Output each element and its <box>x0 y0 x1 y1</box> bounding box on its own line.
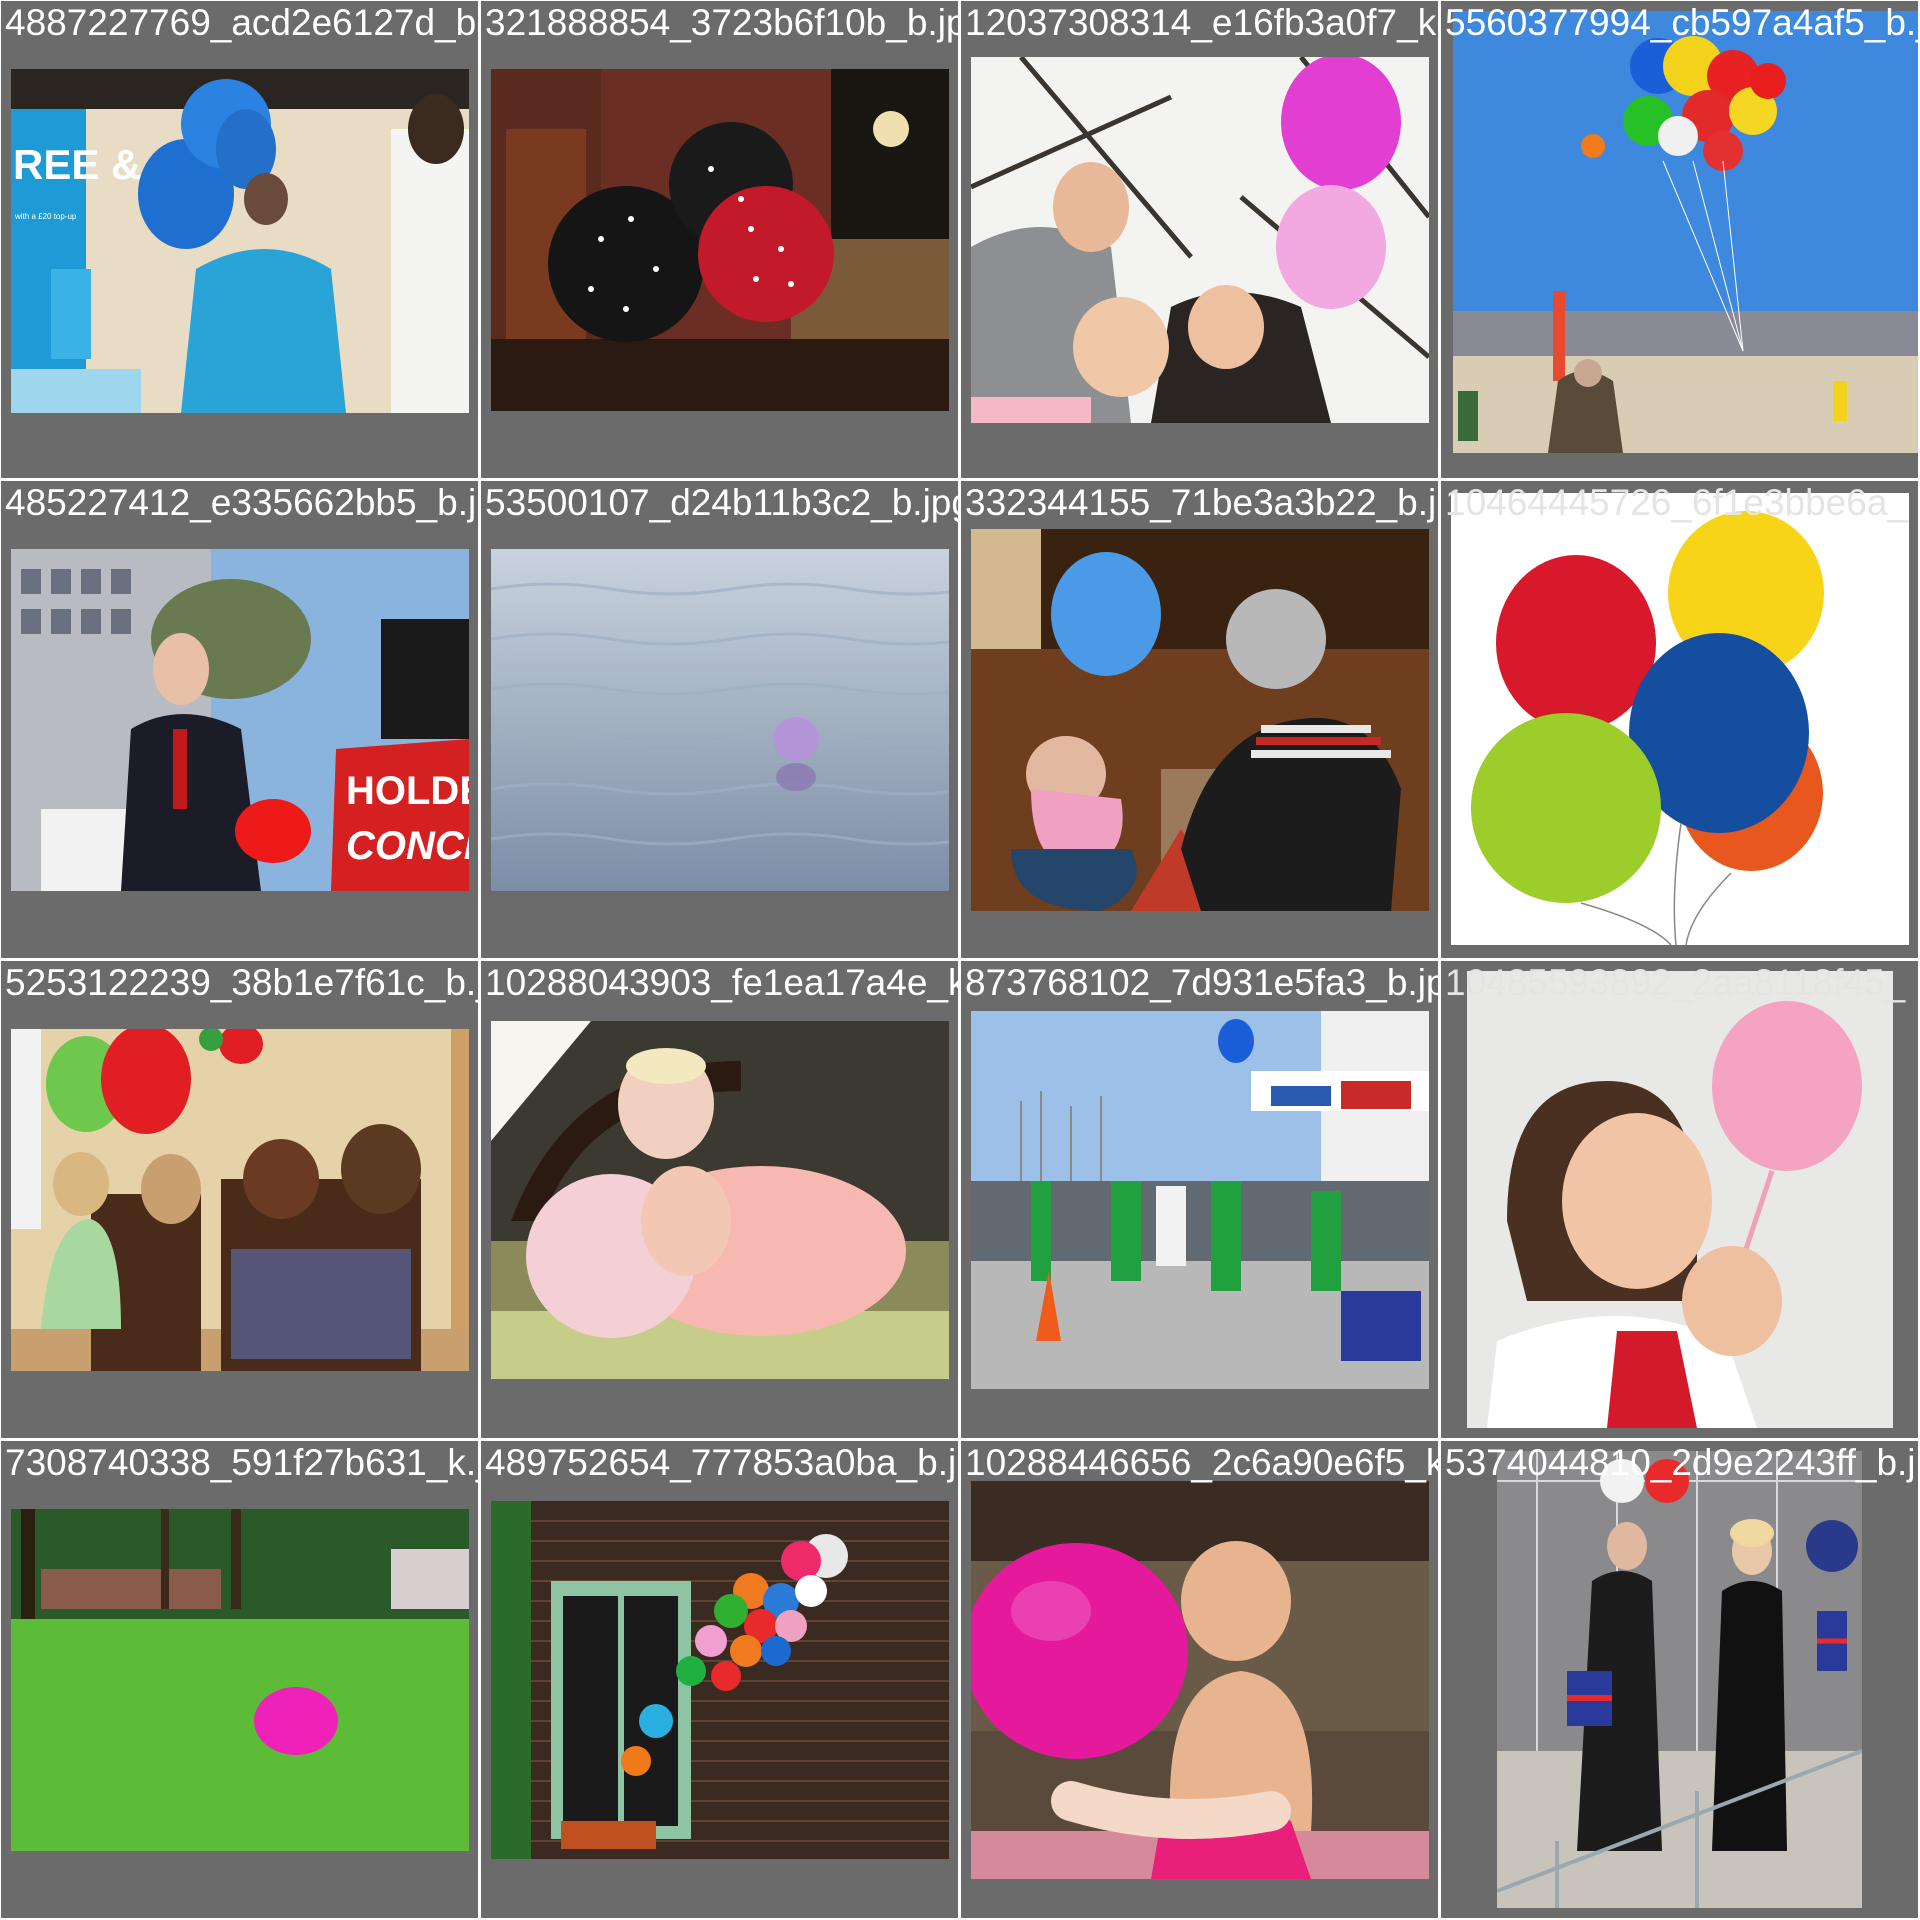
photo <box>1497 1451 1862 1908</box>
grid-tile: 10288043903_fe1ea17a4e_k.jpg <box>481 961 958 1438</box>
photo: REE & SMS with a £20 top-up <box>11 69 469 413</box>
grid-tile: 321888854_3723b6f10b_b.jpg <box>481 1 958 478</box>
banner-text: HOLDEN <box>346 769 469 813</box>
grid-tile: 5374044810_2d9e2243ff_b.jpg <box>1441 1441 1918 1918</box>
filename-label: 489752654_777853a0ba_b.jpg <box>485 1442 958 1483</box>
photo <box>11 1509 469 1851</box>
filename-label: 7308740338_591f27b631_k.jpg <box>5 1442 478 1483</box>
filename-label: 5253122239_38b1e7f61c_b.jpg <box>5 962 478 1003</box>
grid-tile: 5253122239_38b1e7f61c_b.jpg <box>1 961 478 1438</box>
image-grid: REE & SMS with a £20 top-up 4887227769_a… <box>0 0 1920 1920</box>
grid-tile: 5560377994_cb597a4af5_b.jpg <box>1441 1 1918 478</box>
photo: HOLDEN CONCER <box>11 549 469 891</box>
filename-label: 53500107_d24b11b3c2_b.jpg <box>485 482 958 523</box>
banner-text: CONCER <box>346 824 469 868</box>
photo <box>491 1501 949 1859</box>
grid-tile: 332344155_71be3a3b22_b.jpg <box>961 481 1438 958</box>
filename-label: 10288043903_fe1ea17a4e_k.jpg <box>485 962 958 1003</box>
filename-label: 5374044810_2d9e2243ff_b.jpg <box>1445 1442 1918 1483</box>
filename-label: 10288446656_2c6a90e6f5_k.jpg <box>965 1442 1438 1483</box>
photo <box>1467 971 1893 1428</box>
photo <box>971 1011 1429 1389</box>
grid-tile: 7308740338_591f27b631_k.jpg <box>1 1441 478 1918</box>
grid-tile: 10464445726_6f1e3bbe6a_ <box>1441 481 1918 958</box>
grid-tile: HOLDEN CONCER 485227412_e335662bb5_b.jpg <box>1 481 478 958</box>
photo <box>1451 493 1909 945</box>
photo <box>11 1029 469 1371</box>
grid-tile: 53500107_d24b11b3c2_b.jpg <box>481 481 958 958</box>
filename-label: 873768102_7d931e5fa3_b.jpg <box>965 962 1438 1003</box>
photo <box>971 529 1429 911</box>
grid-tile: 10485593892_2aa8118f45_ <box>1441 961 1918 1438</box>
poster-subtext: with a £20 top-up <box>14 212 77 221</box>
grid-tile: 489752654_777853a0ba_b.jpg <box>481 1441 958 1918</box>
grid-tile: REE & SMS with a £20 top-up 4887227769_a… <box>1 1 478 478</box>
filename-label: 485227412_e335662bb5_b.jpg <box>5 482 478 523</box>
filename-label: 10464445726_6f1e3bbe6a_ <box>1445 482 1908 523</box>
grid-tile: 10288446656_2c6a90e6f5_k.jpg <box>961 1441 1438 1918</box>
photo <box>971 1481 1429 1879</box>
photo <box>491 1021 949 1379</box>
filename-label: 12037308314_e16fb3a0f7_k.jpg <box>965 2 1438 43</box>
photo <box>1453 11 1918 453</box>
filename-label: 321888854_3723b6f10b_b.jpg <box>485 2 958 43</box>
grid-tile: 12037308314_e16fb3a0f7_k.jpg <box>961 1 1438 478</box>
filename-label: 5560377994_cb597a4af5_b.jpg <box>1445 2 1918 43</box>
grid-tile: 873768102_7d931e5fa3_b.jpg <box>961 961 1438 1438</box>
photo <box>971 57 1429 423</box>
filename-label: 332344155_71be3a3b22_b.jpg <box>965 482 1438 523</box>
photo <box>491 549 949 891</box>
filename-label: 10485593892_2aa8118f45_ <box>1445 962 1906 1003</box>
photo <box>491 69 949 411</box>
filename-label: 4887227769_acd2e6127d_b.jpg <box>5 2 478 43</box>
